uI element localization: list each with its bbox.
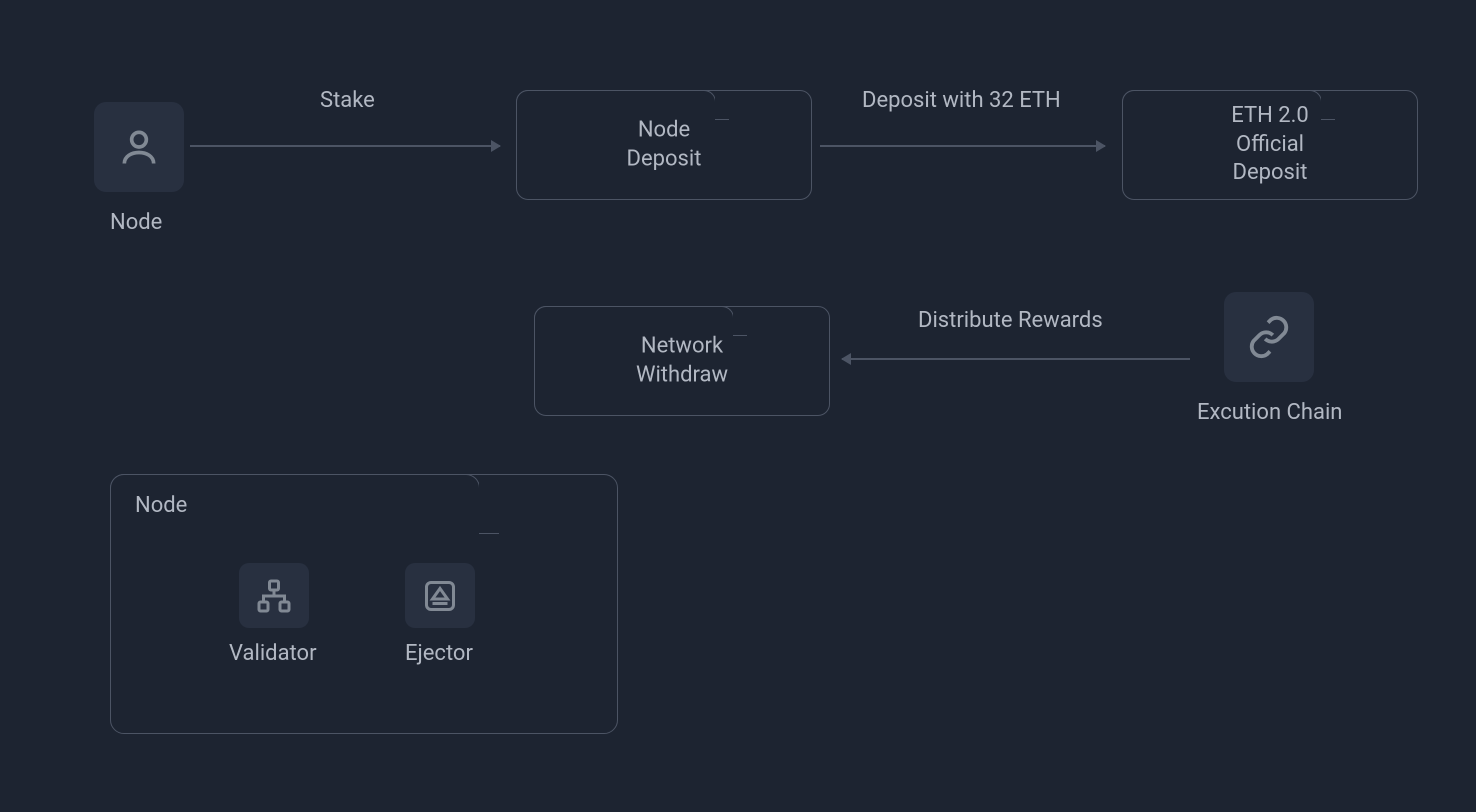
stake-arrow [190,145,500,147]
sitemap-icon [256,578,292,614]
network-withdraw-label: Network Withdraw [636,332,728,389]
distribute-arrow [842,358,1190,360]
eth-deposit-folder: ETH 2.0 Official Deposit [1122,90,1418,200]
execution-chain-icon-box [1224,292,1314,382]
deposit32-arrow [820,145,1105,147]
node-actor-label: Node [110,210,162,235]
eth-deposit-label: ETH 2.0 Official Deposit [1231,102,1309,188]
ejector-label: Ejector [405,641,473,666]
node-actor-icon-box [94,102,184,192]
user-icon [117,125,161,169]
execution-chain-label: Excution Chain [1197,400,1342,425]
eject-icon [422,578,458,614]
distribute-arrow-label: Distribute Rewards [918,308,1103,333]
node-deposit-label: Node Deposit [627,116,702,173]
network-withdraw-folder: Network Withdraw [534,306,830,416]
ejector-icon-box [405,563,475,628]
node-group-folder: Node Validator Ejector [110,474,618,734]
validator-label: Validator [229,641,317,666]
node-group-label: Node [135,493,187,518]
validator-icon-box [239,563,309,628]
deposit32-arrow-label: Deposit with 32 ETH [862,88,1061,113]
stake-arrow-label: Stake [320,88,375,113]
link-icon [1246,314,1292,360]
node-deposit-folder: Node Deposit [516,90,812,200]
